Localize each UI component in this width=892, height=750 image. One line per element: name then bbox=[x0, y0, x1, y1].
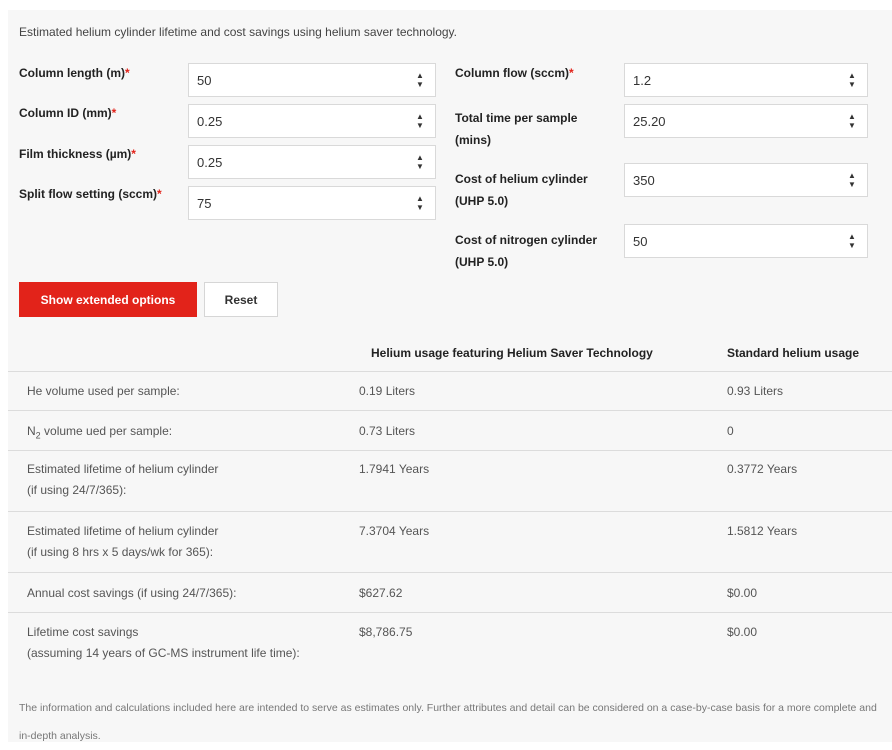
spinner-icon[interactable]: ▲ ▼ bbox=[845, 112, 859, 130]
label-column-length: Column length (m)* bbox=[19, 66, 130, 80]
table-row: Estimated lifetime of helium cylinder (if… bbox=[8, 450, 892, 511]
spinner-icon[interactable]: ▲ ▼ bbox=[413, 153, 427, 171]
label-helium-cost: Cost of helium cylinder (UHP 5.0) bbox=[455, 172, 588, 208]
split-flow-input[interactable]: 75 ▲ ▼ bbox=[188, 186, 436, 220]
helium-cost-value: 350 bbox=[633, 172, 655, 188]
table-row: N2 volume ued per sample: 0.73 Liters 0 bbox=[8, 410, 892, 450]
split-flow-value: 75 bbox=[197, 195, 212, 211]
label-split-flow: Split flow setting (sccm)* bbox=[19, 187, 162, 201]
label-column-id: Column ID (mm)* bbox=[19, 106, 117, 120]
saver-value: 0.73 Liters bbox=[359, 424, 416, 438]
table-row: Lifetime cost savings (assuming 14 years … bbox=[8, 612, 892, 674]
saver-value: $627.62 bbox=[359, 586, 403, 600]
film-thickness-value: 0.25 bbox=[197, 154, 223, 170]
spinner-icon[interactable]: ▲ ▼ bbox=[845, 71, 859, 89]
row-label: Estimated lifetime of helium cylinder (if… bbox=[27, 524, 219, 559]
total-time-value: 25.20 bbox=[633, 113, 666, 129]
row-label: Annual cost savings (if using 24/7/365): bbox=[27, 586, 237, 600]
column-id-value: 0.25 bbox=[197, 113, 223, 129]
row-label: N2 volume ued per sample: bbox=[27, 424, 173, 441]
standard-value: 1.5812 Years bbox=[727, 524, 798, 538]
column-length-input[interactable]: 50 ▲ ▼ bbox=[188, 63, 436, 97]
spinner-icon[interactable]: ▲ ▼ bbox=[413, 71, 427, 89]
column-id-input[interactable]: 0.25 ▲ ▼ bbox=[188, 104, 436, 138]
label-nitrogen-cost: Cost of nitrogen cylinder (UHP 5.0) bbox=[455, 233, 598, 269]
show-extended-options-button[interactable]: Show extended options bbox=[19, 282, 197, 317]
standard-value: $0.00 bbox=[727, 625, 758, 639]
saver-value: 7.3704 Years bbox=[359, 524, 430, 538]
reset-button[interactable]: Reset bbox=[204, 282, 278, 317]
saver-value: 1.7941 Years bbox=[359, 462, 430, 476]
spinner-icon[interactable]: ▲ ▼ bbox=[413, 194, 427, 212]
spinner-icon[interactable]: ▲ ▼ bbox=[845, 171, 859, 189]
standard-value: 0 bbox=[727, 424, 734, 438]
film-thickness-input[interactable]: 0.25 ▲ ▼ bbox=[188, 145, 436, 179]
column-flow-value: 1.2 bbox=[633, 72, 652, 88]
standard-value: 0.93 Liters bbox=[727, 384, 784, 398]
row-label: Estimated lifetime of helium cylinder (if… bbox=[27, 462, 219, 497]
header-standard: Standard helium usage bbox=[727, 346, 860, 360]
standard-value: 0.3772 Years bbox=[727, 462, 798, 476]
table-row: He volume used per sample: 0.19 Liters 0… bbox=[8, 371, 892, 410]
label-film-thickness: Film thickness (µm)* bbox=[19, 147, 136, 161]
spinner-icon[interactable]: ▲ ▼ bbox=[845, 232, 859, 250]
label-total-time: Total time per sample (mins) bbox=[455, 111, 578, 147]
header-helium-saver: Helium usage featuring Helium Saver Tech… bbox=[371, 346, 653, 360]
nitrogen-cost-value: 50 bbox=[633, 233, 648, 249]
row-label: He volume used per sample: bbox=[27, 384, 180, 398]
helium-cost-input[interactable]: 350 ▲ ▼ bbox=[624, 163, 868, 197]
label-column-flow: Column flow (sccm)* bbox=[455, 66, 574, 80]
saver-value: 0.19 Liters bbox=[359, 384, 416, 398]
saver-value: $8,786.75 bbox=[359, 625, 413, 639]
table-row: Estimated lifetime of helium cylinder (if… bbox=[8, 511, 892, 572]
total-time-input[interactable]: 25.20 ▲ ▼ bbox=[624, 104, 868, 138]
column-length-value: 50 bbox=[197, 72, 212, 88]
column-flow-input[interactable]: 1.2 ▲ ▼ bbox=[624, 63, 868, 97]
nitrogen-cost-input[interactable]: 50 ▲ ▼ bbox=[624, 224, 868, 258]
standard-value: $0.00 bbox=[727, 586, 758, 600]
row-label: Lifetime cost savings (assuming 14 years … bbox=[27, 625, 300, 660]
intro-text: Estimated helium cylinder lifetime and c… bbox=[19, 25, 457, 39]
spinner-icon[interactable]: ▲ ▼ bbox=[413, 112, 427, 130]
table-row: Annual cost savings (if using 24/7/365):… bbox=[8, 572, 892, 612]
